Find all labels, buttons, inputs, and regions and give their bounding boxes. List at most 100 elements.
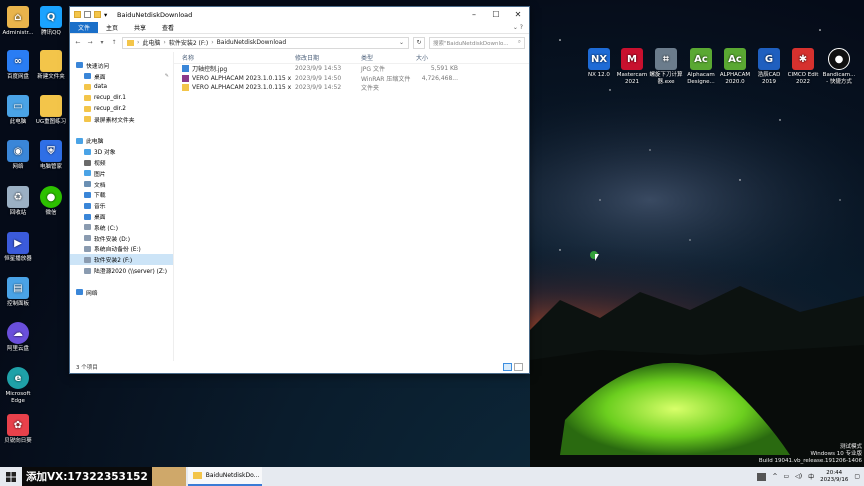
desktop-icon-cimco[interactable]: ✱ CIMCO Edit 2022 [785,48,821,86]
nav-item[interactable]: 文档 [70,179,173,190]
ribbon-expand-icon[interactable]: ⌄ ? [513,22,529,33]
nav-item[interactable]: 图片 [70,168,173,179]
nav-item[interactable]: 下载 [70,190,173,201]
details-view-icon[interactable] [503,363,512,371]
maximize-button[interactable]: ☐ [485,7,507,22]
desktop-icon-player[interactable]: ▶ 恒星播放器 [0,232,36,263]
file-row[interactable]: VERO ALPHACAM 2023.1.0.115 x64 ... 2023/9… [174,74,529,84]
forward-arrow-icon[interactable]: → [86,39,94,46]
volume-icon[interactable]: ◁) [795,473,802,480]
nav-item[interactable]: 网络 [70,287,173,298]
folder-small-icon[interactable] [94,11,101,18]
desktop-icon-mastercam[interactable]: M Mastercam 2021 [614,48,650,86]
nx-icon: NX [588,48,610,70]
navigation-pane: 快速访问 桌面 ✎ data recup_dir.1 recup_dir.2 录屏素材文件夹… [70,52,174,361]
tab-view[interactable]: 查看 [154,22,182,33]
pin-icon[interactable]: ✎ [165,73,169,79]
large-icons-view-icon[interactable] [514,363,523,371]
nav-item[interactable]: 软件安装 (D:) [70,233,173,244]
close-button[interactable]: ✕ [507,7,529,22]
nav-item[interactable]: 系统 (C:) [70,222,173,233]
nav-item[interactable]: 系统自动备份 (E:) [70,244,173,255]
tab-file[interactable]: 文件 [70,22,99,33]
desktop-icon-qq[interactable]: Q 腾讯QQ [33,6,69,37]
breadcrumb-this-pc[interactable]: 此电脑 [142,38,160,47]
clock[interactable]: 20:44 2023/9/16 [820,470,848,484]
chevron-down-icon[interactable]: ▾ [104,11,111,19]
column-type[interactable]: 类型 [357,53,412,62]
nav-item[interactable]: 软件安装2 (F:) [70,254,173,266]
up-arrow-icon[interactable]: ↑ [110,39,118,46]
breadcrumb-drive-f[interactable]: 软件安装2 (F:) [169,38,208,47]
tray-app-icon[interactable] [757,472,767,481]
desktop-icon-gstarcad[interactable]: G 浩辰CAD 2019 [751,48,787,86]
desktop-icon-calculator[interactable]: ⌗ 螺旋下刀计算器.exe [648,48,684,86]
refresh-button[interactable]: ↻ [413,36,425,49]
nav-item[interactable]: 陆澄源2020 (\\server) (Z:) [70,265,173,276]
search-input[interactable]: 搜索"BaiduNetdiskDownlo... ⌕ [429,36,525,49]
column-headers: 名称 修改日期 类型 大小 [174,52,529,64]
desktop-icon-wechat[interactable]: ● 微信 [33,186,69,217]
nav-item[interactable]: recup_dir.2 [70,103,173,114]
recent-chevron-icon[interactable]: ▾ [98,39,106,46]
address-dropdown-icon[interactable]: ⌄ [399,39,404,46]
explorer-body: 快速访问 桌面 ✎ data recup_dir.1 recup_dir.2 录屏素材文件夹… [70,52,529,361]
desktop-icon-control-panel[interactable]: ▤ 控制面板 [0,277,36,308]
nav-item[interactable]: 视频 [70,157,173,168]
notification-icon[interactable]: ▢ [854,473,860,480]
desktop-icon-bandicam[interactable]: ● Bandicam... - 快捷方式 [821,48,857,86]
nav-item[interactable]: 3D 对象 [70,146,173,157]
desktop-icon-new-folder[interactable]: 新建文件夹 [33,50,69,81]
tab-home[interactable]: 主页 [98,22,126,33]
alphacam-icon: Ac [724,48,746,70]
nav-item[interactable]: 录屏素材文件夹 [70,114,173,125]
nav-item[interactable]: recup_dir.1 [70,92,173,103]
desktop-icon-alphacam[interactable]: Ac ALPHACAM 2020.0 [717,48,753,86]
start-button[interactable] [0,467,22,486]
input-method-icon[interactable]: 中 [808,472,814,481]
desktop-icon-pc-manager[interactable]: ⛨ 电脑管家 [33,140,69,171]
nav-item-label: 下载 [94,193,106,200]
desktop-icon-alphacam-designer[interactable]: Ac Alphacam Designe... [683,48,719,86]
minimize-button[interactable]: – [463,7,485,22]
player-icon: ▶ [7,232,29,254]
desktop-icon-sunflower[interactable]: ✿ 贝锐向日葵 [0,414,36,445]
cimco-icon: ✱ [792,48,814,70]
picture-icon [84,170,91,177]
breadcrumb-folder[interactable]: BaiduNetdiskDownload [217,39,287,46]
column-name[interactable]: 名称 [174,53,291,62]
folder-small-icon[interactable] [74,11,81,18]
file-row[interactable]: VERO ALPHACAM 2023.1.0.115 x64 ... 2023/9… [174,83,529,93]
checkbox-icon[interactable] [84,11,91,18]
desktop-icon-edge[interactable]: e Microsoft Edge [0,367,36,405]
column-size[interactable]: 大小 [412,53,462,62]
address-bar[interactable]: › 此电脑 › 软件安装2 (F:) › BaiduNetdiskDownloa… [122,36,409,49]
network-tray-icon[interactable]: ▭ [783,473,789,480]
desktop-icon-baidu-netdisk[interactable]: ∞ 百度网盘 [0,50,36,81]
desktop-icon-ug-practice[interactable]: UG重图练习 [33,95,69,126]
nav-item[interactable]: 快速访问 [70,60,173,71]
desktop-icon-this-pc[interactable]: ▭ 此电脑 [0,95,36,126]
nav-item[interactable]: 桌面 ✎ [70,71,173,82]
nav-item[interactable]: 音乐 [70,200,173,211]
nav-item-label: 此电脑 [86,139,104,146]
show-hidden-icons-chevron-icon[interactable]: ^ [772,473,777,480]
desktop-icon-network[interactable]: ◉ 网络 [0,140,36,171]
desktop-icon-aliyun-drive[interactable]: ☁ 阿里云盘 [0,322,36,353]
tab-share[interactable]: 共享 [126,22,154,33]
nav-item[interactable]: data [70,82,173,93]
desktop-icon-recycle-bin[interactable]: ♻ 回收站 [0,186,36,217]
nav-item[interactable]: 此电脑 [70,136,173,147]
file-row[interactable]: 刀轴控制.jpg 2023/9/9 14:53 JPG 文件 5,591 KB [174,64,529,74]
desktop-icon-administrator[interactable]: ⌂ Administr... [0,6,36,37]
nav-item[interactable]: 桌面 [70,211,173,222]
status-bar: 3 个项目 [70,361,529,373]
taskbar-mascot-icon [151,467,186,486]
window-titlebar[interactable]: ▾ BaiduNetdiskDownload – ☐ ✕ [70,7,529,22]
taskbar-app-explorer[interactable]: BaiduNetdiskDo... [187,467,262,486]
contact-banner: 添加VX:17322353152 [22,467,152,486]
back-arrow-icon[interactable]: ← [74,39,82,46]
desktop-icon-nx[interactable]: NX NX 12.0 [581,48,617,79]
column-date-modified[interactable]: 修改日期 [291,53,357,62]
